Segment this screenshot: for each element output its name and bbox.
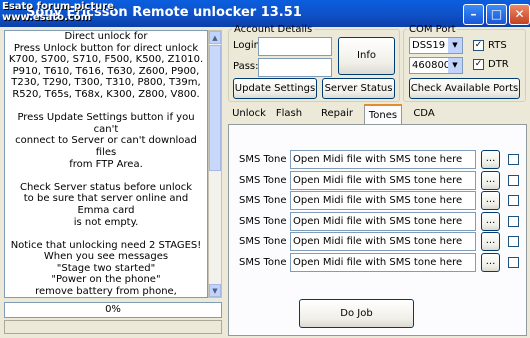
sms-tone-checkbox[interactable]: [508, 215, 519, 227]
scroll-up-icon[interactable]: ▲: [209, 31, 221, 44]
sms-tone-label: SMS Tone 4: [239, 215, 297, 227]
watermark-line-1: Esato forum picture: [2, 1, 114, 12]
sms-tone-label: SMS Tone 6: [239, 256, 297, 268]
instructions-paragraph: Direct unlock for Press Unlock button fo…: [8, 31, 204, 100]
password-input[interactable]: [258, 58, 332, 77]
instructions-paragraph: Notice that unlocking need 2 STAGES! Whe…: [10, 239, 202, 298]
progress-label: 0%: [105, 304, 121, 315]
chevron-down-icon[interactable]: ▼: [448, 38, 462, 53]
dtr-checkbox[interactable]: ✓: [473, 59, 484, 70]
browse-button[interactable]: ...: [481, 232, 500, 251]
title-bar: Sony Ericsson Remote unlocker 13.51 Esat…: [0, 0, 530, 27]
browse-button[interactable]: ...: [481, 150, 500, 169]
sms-tone-label: SMS Tone 1: [239, 154, 297, 165]
tab-flash[interactable]: Flash: [271, 104, 307, 124]
sms-tone-file-input[interactable]: Open Midi file with SMS tone here: [290, 211, 476, 231]
rts-label: RTS: [488, 40, 507, 51]
tab-repair[interactable]: Repair: [316, 104, 358, 124]
close-button[interactable]: ✕: [509, 4, 530, 25]
sms-tone-file-input[interactable]: Open Midi file with SMS tone here: [290, 150, 476, 169]
sms-tone-label: SMS Tone 5: [239, 236, 297, 247]
do-job-button[interactable]: Do Job: [299, 299, 414, 328]
update-settings-button[interactable]: Update Settings: [233, 78, 317, 99]
pass-label: Pass:: [233, 61, 259, 72]
login-input[interactable]: [258, 37, 332, 56]
scroll-thumb[interactable]: [209, 45, 221, 171]
port-value: DSS19: [412, 40, 446, 51]
sms-tone-file-input[interactable]: Open Midi file with SMS tone here: [290, 170, 476, 190]
instructions-paragraph: Press Update Settings button if you can'…: [15, 112, 197, 170]
server-status-button[interactable]: Server Status: [322, 78, 395, 99]
sms-tone-checkbox[interactable]: [508, 236, 519, 247]
instructions-text: Direct unlock for Press Unlock button fo…: [4, 30, 208, 298]
sms-tone-checkbox[interactable]: [508, 195, 519, 206]
tab-unlock[interactable]: Unlock: [229, 104, 269, 124]
sms-tone-label: SMS Tone 2: [239, 174, 297, 186]
account-legend: Account Details: [234, 24, 313, 35]
com-port-legend: COM Port: [409, 24, 456, 35]
sms-tone-file-input[interactable]: Open Midi file with SMS tone here: [290, 232, 476, 251]
status-bar: [4, 320, 222, 334]
tab-tones[interactable]: Tones: [364, 104, 402, 124]
info-button[interactable]: Info: [338, 37, 395, 75]
minimize-button[interactable]: –: [463, 4, 484, 25]
dtr-label: DTR: [488, 59, 509, 70]
instructions-paragraph: Check Server status before unlock to be …: [19, 181, 193, 228]
tones-panel: Do Job SMS Tone 1 Open Midi file with SMS…: [228, 124, 527, 336]
browse-button[interactable]: ...: [481, 252, 500, 272]
browse-button[interactable]: ...: [481, 191, 500, 210]
baud-value: 460800: [412, 60, 451, 71]
rts-checkbox[interactable]: ✓: [473, 40, 484, 51]
tab-cda[interactable]: CDA: [408, 104, 440, 124]
maximize-button[interactable]: □: [486, 4, 507, 25]
chevron-down-icon[interactable]: ▼: [448, 58, 462, 73]
baud-select[interactable]: 460800 ▼: [409, 57, 463, 74]
watermark-line-2: www.esato.com: [2, 12, 92, 23]
scroll-down-icon[interactable]: ▼: [209, 284, 221, 297]
sms-tone-file-input[interactable]: Open Midi file with SMS tone here: [290, 252, 476, 272]
browse-button[interactable]: ...: [481, 170, 500, 190]
app-window: Sony Ericsson Remote unlocker 13.51 Esat…: [0, 0, 530, 338]
sms-tone-checkbox[interactable]: [508, 154, 519, 165]
instructions-scrollbar[interactable]: ▲ ▼: [208, 30, 222, 298]
sms-tone-label: SMS Tone 3: [239, 195, 297, 206]
browse-button[interactable]: ...: [481, 211, 500, 231]
port-select[interactable]: DSS19 ▼: [409, 37, 463, 54]
watermark: Esato forum picture www.esato.com: [2, 1, 114, 23]
check-ports-button[interactable]: Check Available Ports: [409, 78, 520, 99]
sms-tone-file-input[interactable]: Open Midi file with SMS tone here: [290, 191, 476, 210]
sms-tone-checkbox[interactable]: [508, 174, 519, 186]
sms-tone-checkbox[interactable]: [508, 256, 519, 268]
progress-bar: 0%: [4, 302, 222, 318]
